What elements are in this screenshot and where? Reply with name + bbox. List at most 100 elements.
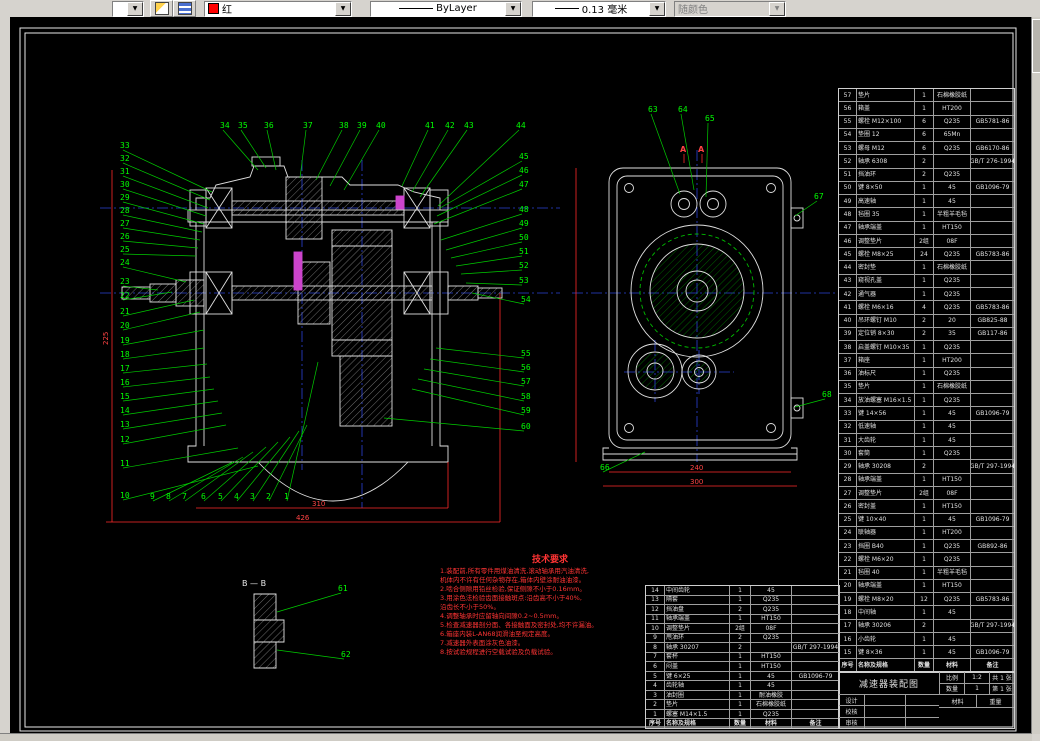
bom-table-main: 57 垫片 1 石棉橡胶纸 56 箱盖 1 HT200 55 螺栓 M12×100 6 Q235 GB5… <box>838 88 1015 673</box>
bom-cell <box>971 633 1014 645</box>
bom-cell: 1 <box>915 181 934 195</box>
bom-cell: HT200 <box>934 526 971 540</box>
bom-cell: Q235 <box>934 341 971 354</box>
bom-cell: 通气器 <box>857 287 915 301</box>
chevron-down-icon[interactable]: ▼ <box>649 1 665 16</box>
bom-cell: HT200 <box>934 354 971 367</box>
bom-cell: 数量 <box>915 659 934 672</box>
bom-cell: GB5783-86 <box>975 303 1010 311</box>
callout-55: 55 <box>521 349 531 358</box>
bom-row: 15 键 8×36 1 45 GB1096-79 <box>839 645 1014 659</box>
bom-cell: Q235 <box>751 633 792 643</box>
bom-cell: 轴承 30207 <box>665 643 730 652</box>
bom-row: 17 轴承 30206 2 GB/T 297-1994 <box>839 618 1014 632</box>
bom-cell <box>971 447 1014 459</box>
bom-cell: HT150 <box>751 652 792 662</box>
bom-cell: Q235 <box>934 553 971 566</box>
bom-cell: 垫片 <box>857 380 915 394</box>
bb-detail-view <box>253 593 285 669</box>
bom-cell: 2 <box>915 460 934 473</box>
bom-row: 48 毡圈 35 1 半粗羊毛毡 <box>839 207 1014 221</box>
linetype-combo[interactable]: ByLayer ▼ <box>370 0 522 17</box>
bom-cell <box>792 662 839 671</box>
make-object-layer-current-button[interactable] <box>150 0 173 17</box>
chevron-down-icon[interactable]: ▼ <box>505 1 521 16</box>
bom-row: 34 放油螺塞 M16×1.5 1 Q235 <box>839 393 1014 407</box>
bom-cell: 大齿轮 <box>857 433 915 447</box>
dim-main-bottom-outer: 426 <box>296 514 310 522</box>
bom-cell: 1 <box>730 614 751 624</box>
main-section-view <box>121 156 503 502</box>
bom-cell <box>971 487 1014 499</box>
bom-cell: 16 <box>839 632 857 646</box>
bom-cell: GB117-86 <box>977 330 1008 338</box>
callout-50: 50 <box>519 233 529 242</box>
callout-26: 26 <box>120 232 130 241</box>
lineweight-combo[interactable]: 0.13 毫米 ▼ <box>532 0 666 17</box>
bom-row: 40 吊环螺钉 M10 2 20 GB825-88 <box>839 313 1014 327</box>
bom-row: 25 键 10×40 1 45 GB1096-79 <box>839 512 1014 526</box>
callout-21: 21 <box>120 307 130 316</box>
bom-cell: 45 <box>751 586 792 595</box>
chevron-down-icon[interactable]: ▼ <box>335 1 351 16</box>
bom-cell: 1 <box>915 646 934 659</box>
audit-name-cell <box>865 717 906 728</box>
bom-cell <box>971 553 1014 565</box>
bom-cell: Q235 <box>934 540 971 553</box>
vertical-scrollbar-thumb[interactable] <box>1032 19 1040 73</box>
bom-row: 7 套杯 1 HT150 <box>646 651 839 662</box>
layer-combo[interactable]: ▼ <box>112 0 144 17</box>
bom-cell: GB892-86 <box>977 542 1008 550</box>
bom-cell: 隔套 <box>665 595 730 605</box>
bom-cell: 4 <box>646 681 665 690</box>
bom-row: 20 轴承端盖 1 HT150 <box>839 578 1014 593</box>
layer-properties-button[interactable] <box>173 0 196 17</box>
bom-cell <box>971 381 1014 393</box>
bom-cell: GB5783-86 <box>975 595 1010 603</box>
bom-cell <box>792 634 839 643</box>
bom-cell: 2组 <box>915 234 934 248</box>
bom-row: 27 调整垫片 2组 08F <box>839 485 1014 500</box>
bom-cell: 6 <box>915 128 934 142</box>
bom-cell: 1 <box>915 473 934 486</box>
callout-1: 1 <box>284 492 289 501</box>
bom-cell: 1 <box>730 586 751 595</box>
callout-9: 9 <box>150 492 155 501</box>
bom-cell: 油封圈 <box>665 690 730 700</box>
bom-cell: 名称及规格 <box>857 659 915 672</box>
bom-cell <box>971 129 1014 141</box>
bom-cell: 6 <box>646 662 665 671</box>
bom-row: 19 螺栓 M8×20 12 Q235 GB5783-86 <box>839 592 1014 606</box>
horizontal-scrollbar[interactable] <box>0 733 1032 741</box>
bom-cell: 2 <box>730 643 751 652</box>
chevron-down-icon[interactable]: ▼ <box>127 1 143 16</box>
bom-row: 14 中间齿轮 1 45 <box>646 586 839 595</box>
bom-cell: 22 <box>839 553 857 566</box>
callout-29: 29 <box>120 193 130 202</box>
bom-cell: 键 6×25 <box>665 671 730 681</box>
callout-30: 30 <box>120 180 130 189</box>
bom-cell: 调整垫片 <box>857 234 915 248</box>
color-combo[interactable]: 红 ▼ <box>204 0 352 17</box>
bom-cell: 调整垫片 <box>857 486 915 500</box>
note-line: 沿齿长不小于50%。 <box>440 603 500 611</box>
callout-34: 34 <box>220 121 230 130</box>
bom-cell: GB6170-86 <box>975 144 1010 152</box>
bom-cell <box>971 89 1014 101</box>
callout-4: 4 <box>234 492 239 501</box>
bom-cell: Q235 <box>934 274 971 287</box>
bom-cell <box>971 288 1014 300</box>
bom-cell <box>792 615 839 624</box>
bom-cell: 1 <box>915 195 934 208</box>
bom-cell: 甩油环 <box>665 633 730 643</box>
bom-cell: 23 <box>839 540 857 553</box>
bom-cell: 54 <box>839 128 857 142</box>
bom-cell: 24 <box>839 526 857 540</box>
bom-row: 22 螺栓 M6×20 1 Q235 <box>839 552 1014 566</box>
bom-cell: 箱盖 <box>857 102 915 115</box>
bom-cell: 耐油橡胶 <box>751 690 792 700</box>
callout-61: 61 <box>338 584 348 593</box>
vertical-scrollbar[interactable] <box>1031 17 1040 734</box>
aa-section-label-2: A <box>698 145 705 154</box>
drawing-canvas[interactable]: B — B 225 310 426 240 300 A A 34 35 36 3… <box>10 17 1032 734</box>
